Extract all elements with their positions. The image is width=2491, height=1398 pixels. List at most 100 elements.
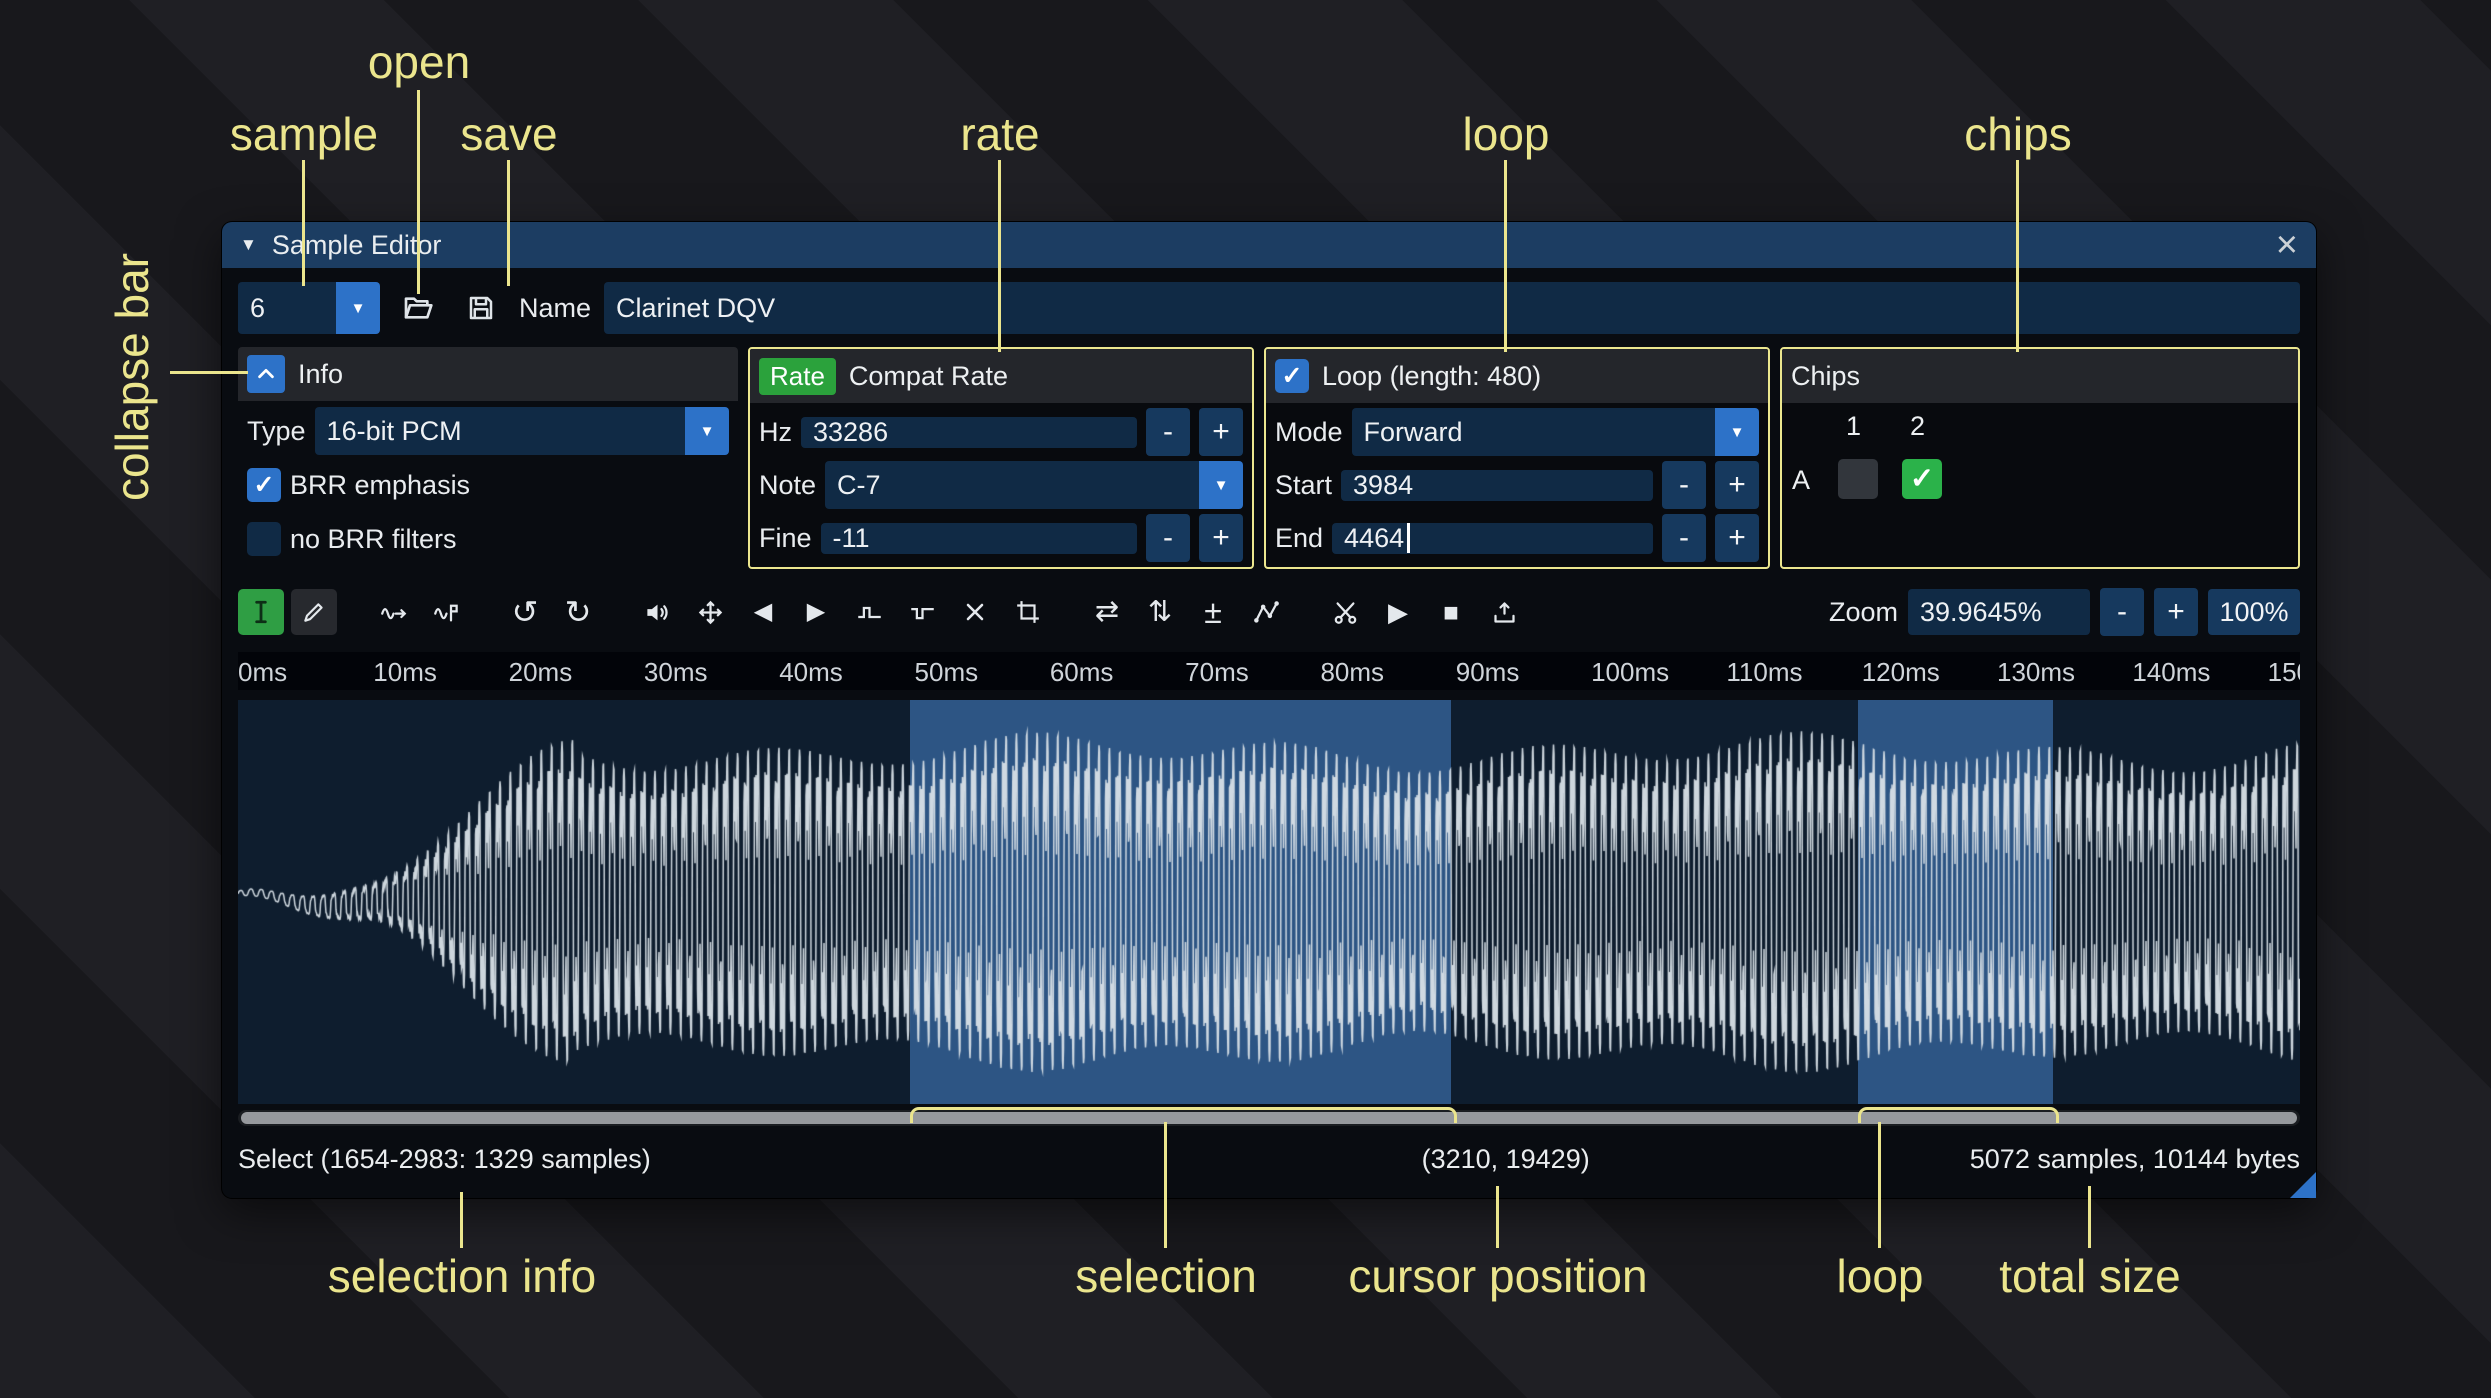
- fade-in-button[interactable]: ◀: [740, 589, 786, 635]
- hz-increase-button[interactable]: +: [1199, 408, 1243, 456]
- rate-panel: Rate Compat Rate Hz 33286 - + Note C-7 ▼…: [748, 347, 1254, 569]
- stop-icon: ■: [1443, 597, 1459, 627]
- draw-mode-button[interactable]: [291, 589, 337, 635]
- play-icon: ▶: [1388, 597, 1408, 627]
- fade-out-button[interactable]: ▶: [793, 589, 839, 635]
- apply-silence-button[interactable]: [899, 589, 945, 635]
- close-icon[interactable]: ×: [2276, 225, 2298, 265]
- status-bar: Select (1654-2983: 1329 samples) (3210, …: [238, 1138, 2300, 1180]
- brr-emphasis-checkbox[interactable]: ✓: [247, 468, 281, 502]
- loop-start-label: Start: [1275, 469, 1333, 500]
- loop-start-value: 3984: [1353, 469, 1414, 500]
- chips-header: Chips: [1782, 349, 2298, 403]
- note-label: Note: [759, 469, 817, 500]
- redo-icon: ↻: [564, 594, 592, 630]
- rate-header-label: Compat Rate: [848, 360, 1008, 391]
- loop-end-decrease-button[interactable]: -: [1662, 514, 1706, 562]
- chip-2-checkbox[interactable]: ✓: [1902, 459, 1942, 499]
- loop-start-decrease-button[interactable]: -: [1662, 461, 1706, 509]
- reverse-button[interactable]: ⇄: [1084, 589, 1130, 635]
- fine-decrease-button[interactable]: -: [1146, 514, 1190, 562]
- note-dropdown-button[interactable]: ▼: [1199, 461, 1243, 509]
- sample-type-dropdown-button[interactable]: ▼: [685, 407, 729, 455]
- annotation-line-open: [417, 90, 420, 294]
- fine-increase-button[interactable]: +: [1199, 514, 1243, 562]
- annotation-line-save: [507, 160, 510, 286]
- zoom-reset-button[interactable]: 100%: [2208, 589, 2300, 635]
- window-collapse-icon[interactable]: ▼: [240, 235, 257, 255]
- fine-input[interactable]: -11: [820, 522, 1137, 554]
- check-icon: ✓: [1281, 361, 1303, 390]
- timeline-label: 90ms: [1455, 657, 1520, 687]
- sign-button[interactable]: ±: [1190, 589, 1236, 635]
- waveform-scrollbar[interactable]: [238, 1110, 2300, 1126]
- undo-button[interactable]: ↺: [502, 589, 548, 635]
- arrows-left-right-icon: ⇄: [1094, 595, 1120, 628]
- filter-button[interactable]: [1243, 589, 1289, 635]
- redo-button[interactable]: ↻: [555, 589, 601, 635]
- name-input[interactable]: Clarinet DQV: [604, 282, 2300, 334]
- annotation-cursor-position: cursor position: [1348, 1250, 1648, 1302]
- titlebar: ▼ Sample Editor ×: [222, 222, 2316, 268]
- loop-mode-dropdown-button[interactable]: ▼: [1715, 408, 1759, 456]
- save-sample-button[interactable]: [456, 282, 506, 334]
- chip-1-checkbox[interactable]: [1838, 459, 1878, 499]
- ibeam-cursor-icon: [248, 599, 274, 625]
- sample-selector-dropdown-button[interactable]: ▼: [336, 282, 380, 334]
- annotation-line-collapse-bar: [170, 371, 248, 374]
- loop-end-increase-button[interactable]: +: [1715, 514, 1759, 562]
- timeline-label: 60ms: [1049, 657, 1114, 687]
- filter-nodes-icon: [1253, 599, 1280, 626]
- timeline-label: 140ms: [2132, 657, 2211, 687]
- loop-enable-checkbox[interactable]: ✓: [1275, 359, 1309, 393]
- chip-2-column-label: 2: [1910, 411, 1926, 441]
- zoom-input[interactable]: 39.9645%: [1908, 589, 2090, 635]
- sample-type-select[interactable]: 16-bit PCM ▼: [314, 407, 729, 455]
- loop-start-input[interactable]: 3984: [1341, 469, 1653, 501]
- no-brr-filters-checkbox[interactable]: [247, 522, 281, 556]
- invert-button[interactable]: ⇅: [1137, 589, 1183, 635]
- check-icon: ✓: [253, 470, 275, 499]
- delete-button[interactable]: [952, 589, 998, 635]
- sample-toolbar: ↺ ↻ ◀ ▶ ⇄ ⇅ ± ▶ ■ Zoom 39.9645% - + 100%: [238, 585, 2300, 639]
- stop-preview-button[interactable]: ■: [1428, 589, 1474, 635]
- zoom-out-button[interactable]: -: [2100, 588, 2144, 636]
- insert-silence-button[interactable]: [846, 589, 892, 635]
- timeline-label: 110ms: [1726, 657, 1803, 687]
- resample-button[interactable]: [423, 589, 469, 635]
- trim-button[interactable]: [1005, 589, 1051, 635]
- brr-emphasis-label: BRR emphasis: [290, 469, 471, 500]
- hz-decrease-button[interactable]: -: [1146, 408, 1190, 456]
- annotation-line-loop-top: [1504, 160, 1507, 352]
- scrollbar-thumb[interactable]: [241, 1112, 2297, 1124]
- resize-button[interactable]: [370, 589, 416, 635]
- hz-input[interactable]: 33286: [801, 416, 1137, 448]
- edit-mode-button[interactable]: [238, 589, 284, 635]
- loop-mode-value: Forward: [1351, 408, 1715, 456]
- timeline-label: 40ms: [779, 657, 843, 687]
- annotation-selection: selection: [1075, 1250, 1257, 1302]
- rate-badge[interactable]: Rate: [759, 357, 836, 395]
- resize-grip[interactable]: [2290, 1172, 2316, 1198]
- sample-selector[interactable]: 6 ▼: [238, 282, 380, 334]
- loop-mode-select[interactable]: Forward ▼: [1351, 408, 1759, 456]
- loop-start-increase-button[interactable]: +: [1715, 461, 1759, 509]
- annotation-line-total-size: [2088, 1186, 2091, 1248]
- normalize-button[interactable]: [687, 589, 733, 635]
- annotation-sample: sample: [229, 108, 379, 160]
- zoom-in-button[interactable]: +: [2154, 588, 2198, 636]
- annotation-line-sample: [302, 160, 305, 286]
- note-select[interactable]: C-7 ▼: [825, 461, 1243, 509]
- loop-end-input[interactable]: 4464: [1332, 522, 1653, 554]
- timeline-label: 120ms: [1861, 657, 1940, 687]
- waveform-display[interactable]: [238, 700, 2300, 1104]
- hz-value: 33286: [813, 416, 889, 447]
- preview-button[interactable]: ▶: [1375, 589, 1421, 635]
- cursor-position-text: (3210, 19429): [1421, 1144, 1590, 1174]
- triangle-right-icon: ▶: [806, 598, 826, 625]
- fine-label: Fine: [759, 522, 812, 553]
- amplify-button[interactable]: [634, 589, 680, 635]
- chop-button[interactable]: [1322, 589, 1368, 635]
- upload-button[interactable]: [1481, 589, 1527, 635]
- collapse-info-button[interactable]: [247, 355, 285, 393]
